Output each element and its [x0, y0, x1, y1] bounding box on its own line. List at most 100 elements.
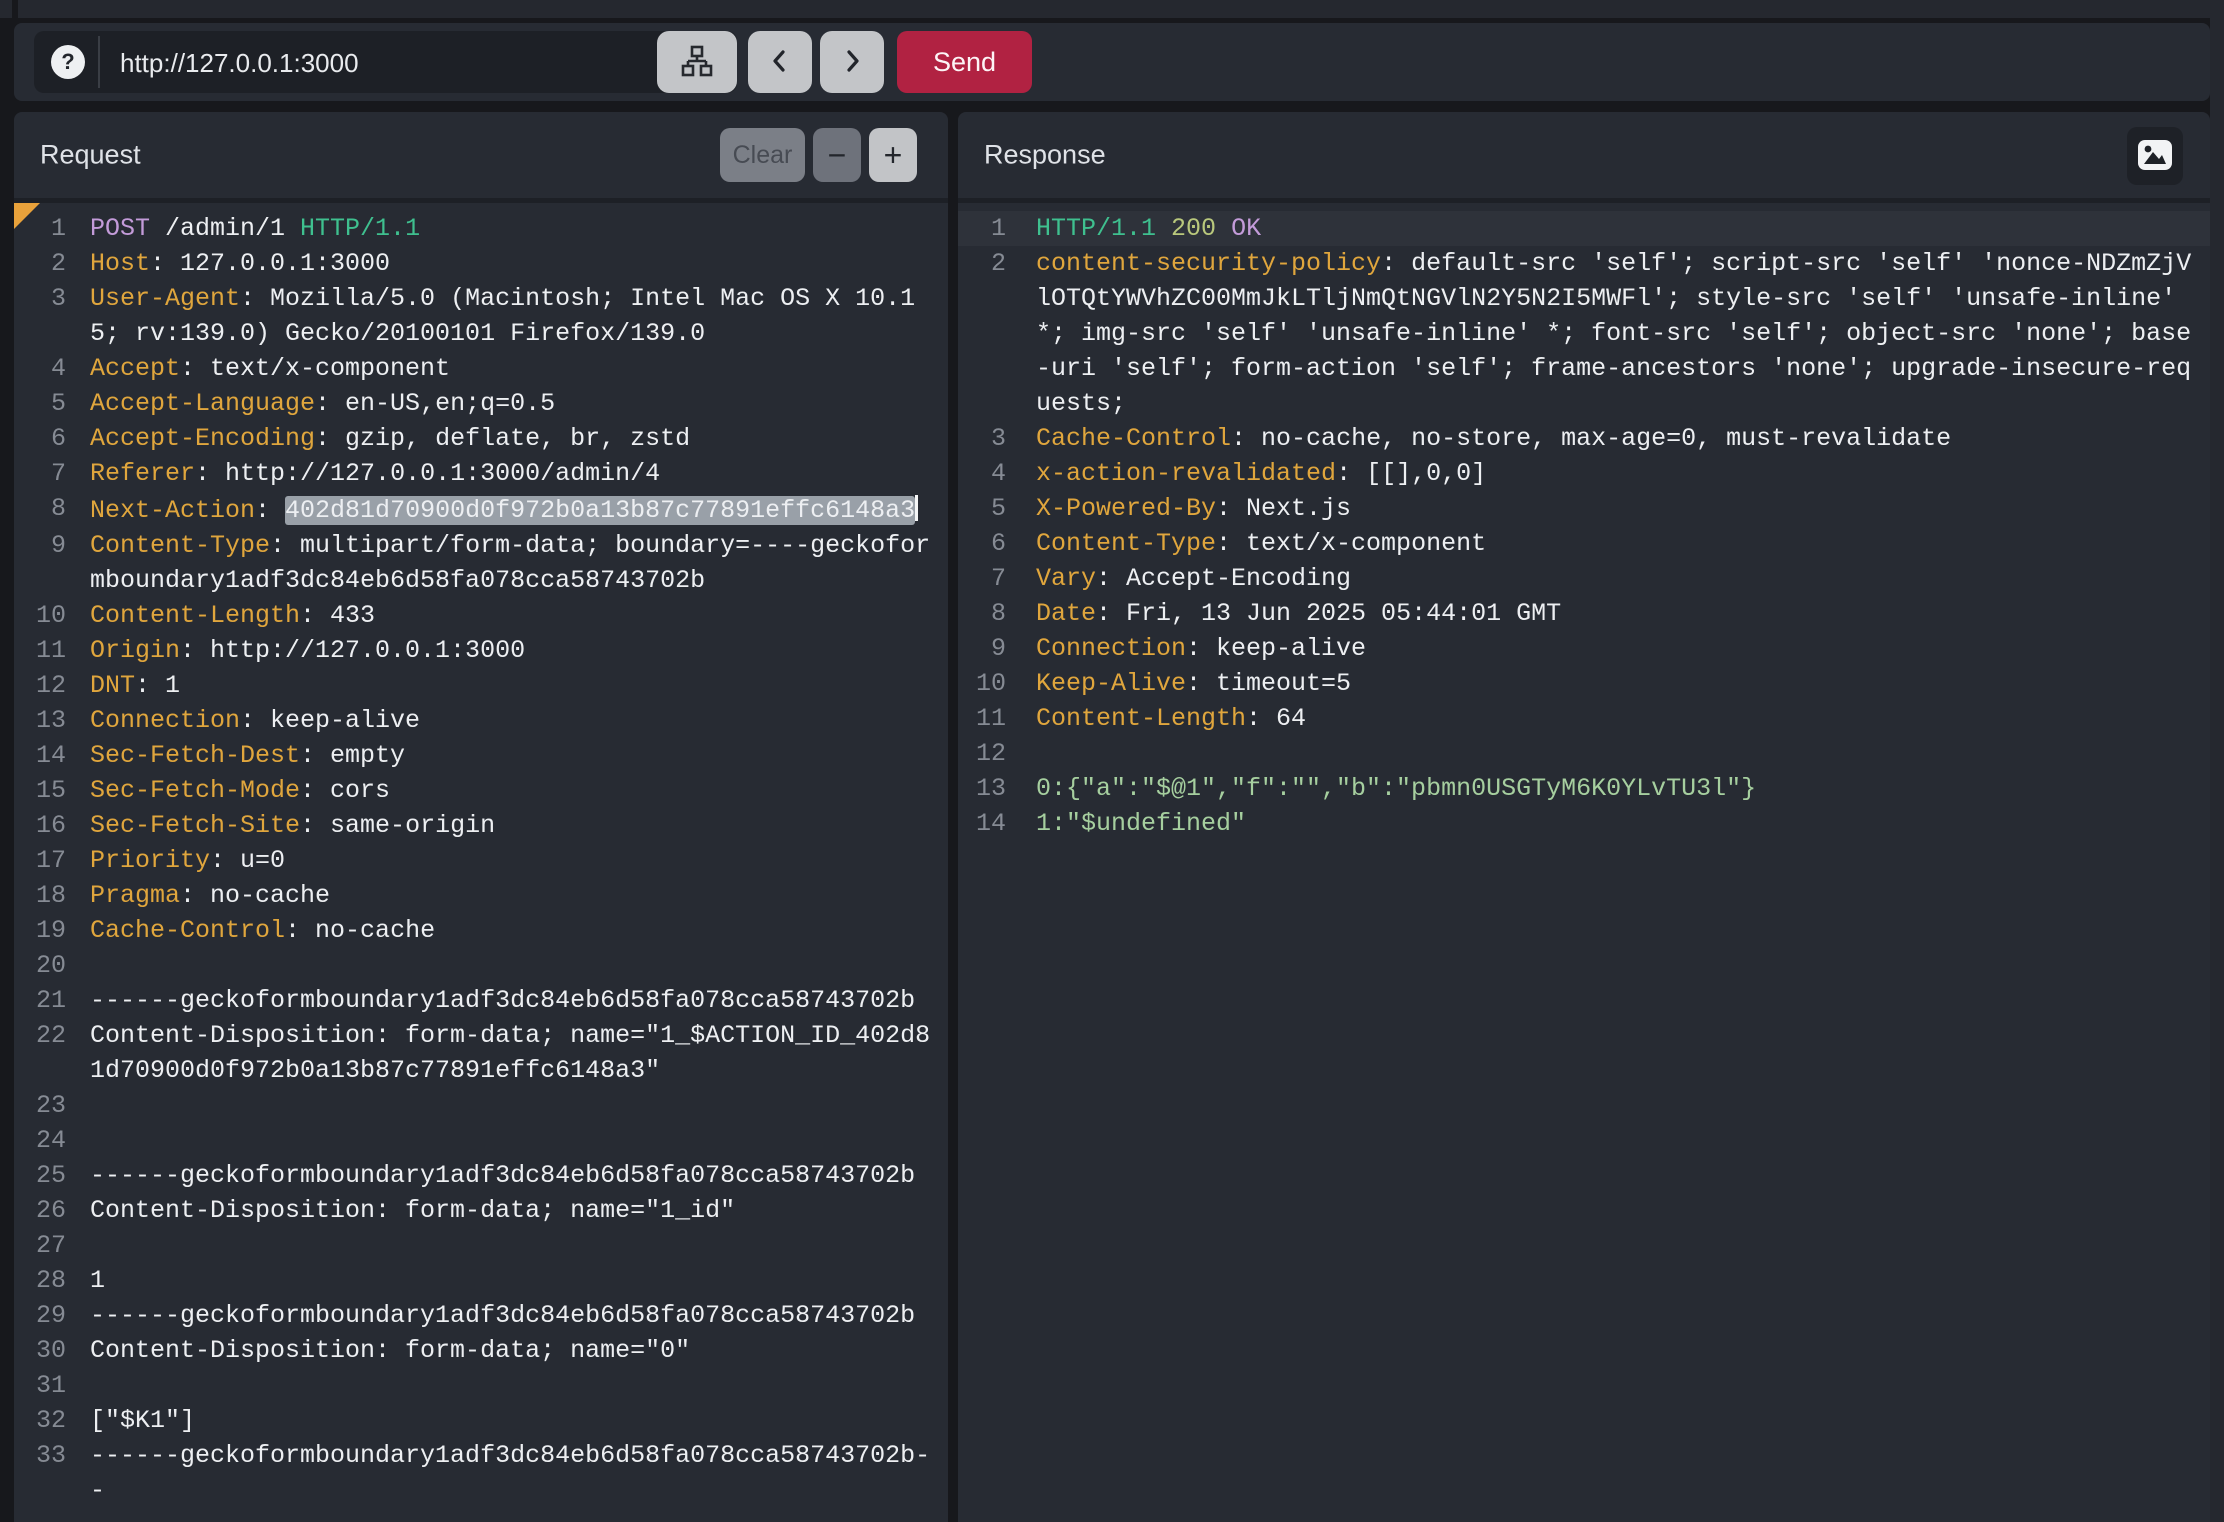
line-content: 1:"$undefined" [1036, 806, 2193, 841]
line-content: 1 [90, 1263, 932, 1298]
url-input[interactable] [118, 31, 602, 95]
code-line[interactable]: 11Origin: http://127.0.0.1:3000 [14, 633, 948, 668]
code-line[interactable]: 15Sec-Fetch-Mode: cors [14, 773, 948, 808]
token: User-Agent [90, 284, 240, 313]
render-image-button[interactable] [2127, 127, 2183, 185]
token: 0:{"a":"$@1","f":"","b":"pbmn0USGTyM6K0Y… [1036, 774, 1756, 803]
code-line[interactable]: 141:"$undefined" [958, 806, 2210, 841]
token: x-action-revalidated [1036, 459, 1336, 488]
code-line[interactable]: 8Next-Action: 402d81d70900d0f972b0a13b87… [14, 491, 948, 528]
code-line[interactable]: 2content-security-policy: default-src 's… [958, 246, 2210, 421]
code-line[interactable]: 20 [14, 948, 948, 983]
line-number: 15 [14, 773, 66, 808]
code-line[interactable]: 22Content-Disposition: form-data; name="… [14, 1018, 948, 1088]
token: Content-Type [90, 531, 270, 560]
clear-button[interactable]: Clear [720, 128, 805, 182]
code-line[interactable]: 7Referer: http://127.0.0.1:3000/admin/4 [14, 456, 948, 491]
code-line[interactable]: 10Content-Length: 433 [14, 598, 948, 633]
code-line[interactable]: 9Connection: keep-alive [958, 631, 2210, 666]
send-button[interactable]: Send [897, 31, 1032, 93]
code-line[interactable]: 17Priority: u=0 [14, 843, 948, 878]
line-content: Connection: keep-alive [90, 703, 932, 738]
line-number: 14 [14, 738, 66, 773]
code-line[interactable]: 18Pragma: no-cache [14, 878, 948, 913]
code-line[interactable]: 31 [14, 1368, 948, 1403]
code-line[interactable]: 32 ["$K1"] [14, 1403, 948, 1438]
line-number: 10 [958, 666, 1006, 701]
code-line[interactable]: 23 [14, 1088, 948, 1123]
code-line[interactable]: 6Accept-Encoding: gzip, deflate, br, zst… [14, 421, 948, 456]
code-line[interactable]: 8Date: Fri, 13 Jun 2025 05:44:01 GMT [958, 596, 2210, 631]
code-line[interactable]: 16Sec-Fetch-Site: same-origin [14, 808, 948, 843]
line-content: Keep-Alive: timeout=5 [1036, 666, 2193, 701]
token: 1:"$undefined" [1036, 809, 1246, 838]
code-line[interactable]: 12DNT: 1 [14, 668, 948, 703]
code-line[interactable]: 5X-Powered-By: Next.js [958, 491, 2210, 526]
response-title: Response [984, 140, 1106, 171]
replay-window: ? [0, 0, 2224, 1522]
forward-button[interactable] [820, 31, 884, 93]
chevron-right-icon [838, 47, 866, 78]
line-content: content-security-policy: default-src 'se… [1036, 246, 2193, 421]
help-icon[interactable]: ? [51, 45, 85, 79]
increase-font-button[interactable]: + [869, 128, 917, 182]
code-line[interactable]: 3User-Agent: Mozilla/5.0 (Macintosh; Int… [14, 281, 948, 351]
line-content: Referer: http://127.0.0.1:3000/admin/4 [90, 456, 932, 491]
image-icon [2137, 139, 2173, 174]
code-line[interactable]: 2Host: 127.0.0.1:3000 [14, 246, 948, 281]
input-divider [98, 36, 100, 88]
request-editor[interactable]: 1POST /admin/1 HTTP/1.12Host: 127.0.0.1:… [14, 203, 948, 1522]
token: : keep-alive [1186, 634, 1366, 663]
code-line[interactable]: 11Content-Length: 64 [958, 701, 2210, 736]
code-line[interactable]: 33------geckoformboundary1adf3dc84eb6d58… [14, 1438, 948, 1508]
line-number: 9 [14, 528, 66, 598]
sitemap-button[interactable] [657, 31, 737, 93]
token: : en-US,en;q=0.5 [315, 389, 555, 418]
code-line[interactable]: 26Content-Disposition: form-data; name="… [14, 1193, 948, 1228]
code-line[interactable]: 7Vary: Accept-Encoding [958, 561, 2210, 596]
code-line[interactable]: 130:{"a":"$@1","f":"","b":"pbmn0USGTyM6K… [958, 771, 2210, 806]
code-line[interactable]: 9Content-Type: multipart/form-data; boun… [14, 528, 948, 598]
token: Host [90, 249, 150, 278]
line-number: 32 [14, 1403, 66, 1438]
token: Connection [90, 706, 240, 735]
line-number: 11 [14, 633, 66, 668]
code-line[interactable]: 4x-action-revalidated: [[],0,0] [958, 456, 2210, 491]
token: : cors [300, 776, 390, 805]
token [1216, 214, 1231, 243]
code-line[interactable]: 21------geckoformboundary1adf3dc84eb6d58… [14, 983, 948, 1018]
url-toolbar: ? [14, 23, 2210, 101]
line-number: 19 [14, 913, 66, 948]
token: /admin/1 [150, 214, 300, 243]
response-editor[interactable]: 1HTTP/1.1 200 OK2content-security-policy… [958, 203, 2210, 1522]
back-button[interactable] [748, 31, 812, 93]
line-content: Cache-Control: no-cache [90, 913, 932, 948]
token: : u=0 [210, 846, 285, 875]
code-line[interactable]: 27 [14, 1228, 948, 1263]
code-line[interactable]: 19 Cache-Control: no-cache [14, 913, 948, 948]
line-content [90, 1368, 932, 1403]
code-line[interactable]: 30Content-Disposition: form-data; name="… [14, 1333, 948, 1368]
code-line[interactable]: 29------geckoformboundary1adf3dc84eb6d58… [14, 1298, 948, 1333]
code-line[interactable]: 12 [958, 736, 2210, 771]
line-content: Pragma: no-cache [90, 878, 932, 913]
token: : text/x-component [1216, 529, 1486, 558]
code-line[interactable]: 24 [14, 1123, 948, 1158]
code-line[interactable]: 3Cache-Control: no-cache, no-store, max-… [958, 421, 2210, 456]
code-line[interactable]: 1HTTP/1.1 200 OK [958, 211, 2210, 246]
line-content: ["$K1"] [90, 1403, 932, 1438]
line-content: Cache-Control: no-cache, no-store, max-a… [1036, 421, 2193, 456]
token: : no-cache [285, 916, 435, 945]
code-line[interactable]: 6Content-Type: text/x-component [958, 526, 2210, 561]
token: Content-Length [90, 601, 300, 630]
code-line[interactable]: 25------geckoformboundary1adf3dc84eb6d58… [14, 1158, 948, 1193]
decrease-font-button[interactable]: − [813, 128, 861, 182]
code-line[interactable]: 281 [14, 1263, 948, 1298]
code-line[interactable]: 5Accept-Language: en-US,en;q=0.5 [14, 386, 948, 421]
code-line[interactable]: 14Sec-Fetch-Dest: empty [14, 738, 948, 773]
code-line[interactable]: 4Accept: text/x-component [14, 351, 948, 386]
code-line[interactable]: 1POST /admin/1 HTTP/1.1 [14, 211, 948, 246]
line-number: 12 [958, 736, 1006, 771]
code-line[interactable]: 10 Keep-Alive: timeout=5 [958, 666, 2210, 701]
code-line[interactable]: 13Connection: keep-alive [14, 703, 948, 738]
